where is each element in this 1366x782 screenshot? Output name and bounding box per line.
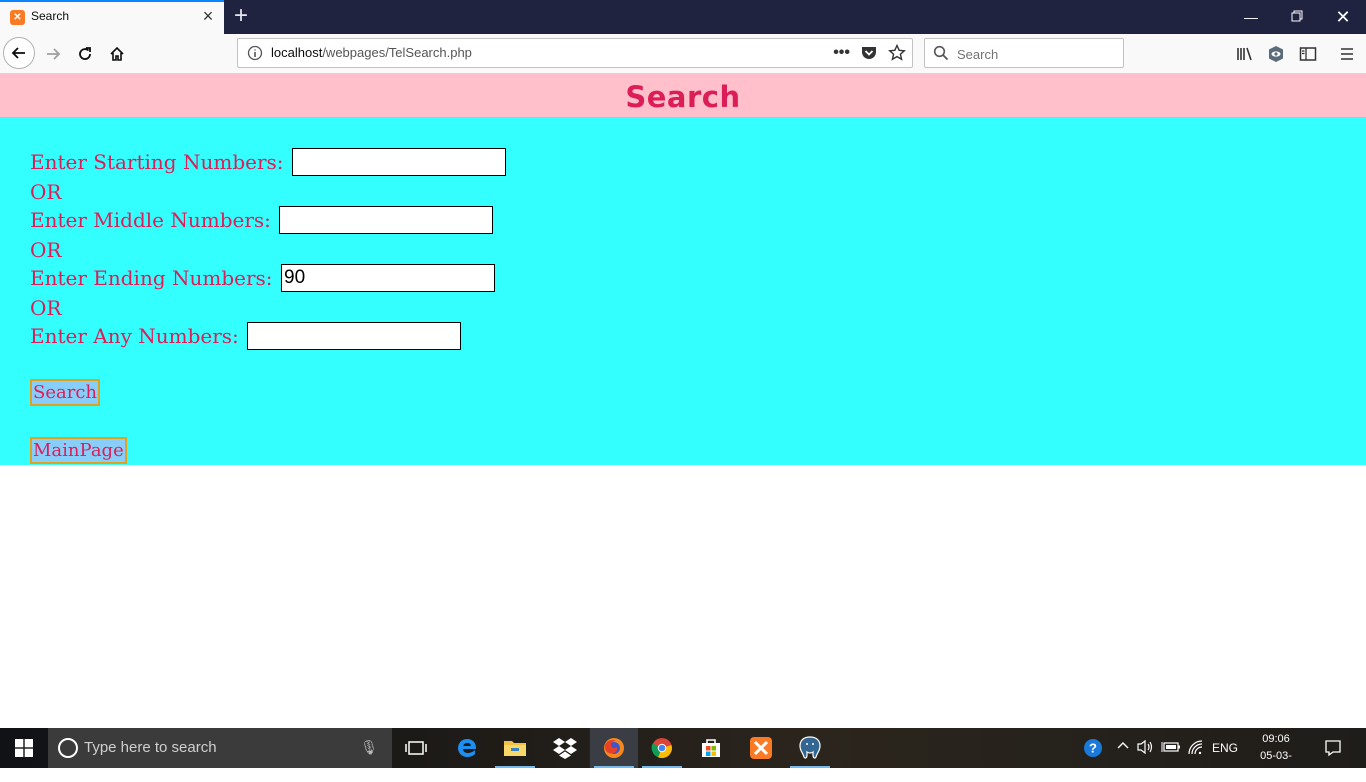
tab-title: Search [31, 9, 70, 23]
dropbox-icon [553, 738, 577, 759]
edge-icon [458, 739, 477, 757]
clock-time: 09:06 [1262, 733, 1290, 745]
clock-date: 05-03-2018 [1260, 750, 1292, 779]
battery-icon[interactable] [1161, 740, 1181, 757]
reload-icon [79, 47, 91, 60]
action-center-icon[interactable] [1324, 739, 1342, 760]
forward-arrow-icon [47, 48, 61, 60]
taskbar-search-placeholder: Type here to search [84, 739, 217, 756]
ending-numbers-row: Enter Ending Numbers: [30, 263, 495, 293]
or-separator-2: OR [30, 238, 62, 262]
search-icon [933, 45, 949, 61]
any-numbers-label: Enter Any Numbers: [30, 324, 239, 348]
dropbox-app-button[interactable] [541, 728, 589, 768]
forward-button[interactable] [39, 40, 67, 68]
home-button[interactable] [103, 40, 131, 68]
back-arrow-icon [11, 47, 25, 59]
page-actions-icon[interactable]: ••• [833, 44, 850, 62]
postgresql-icon [799, 736, 821, 759]
sidebar-button[interactable] [1294, 40, 1322, 68]
page-title: Search [625, 80, 741, 114]
edge-app-button[interactable] [443, 728, 491, 768]
url-text[interactable]: localhost/webpages/TelSearch.php [271, 45, 472, 60]
windows-logo-icon [15, 739, 33, 757]
show-hidden-icons-icon[interactable] [1116, 739, 1130, 756]
mainpage-button[interactable]: MainPage [30, 437, 127, 464]
tab-bar: ✕ Search × + — ✕ [0, 0, 1366, 34]
back-button[interactable] [3, 37, 35, 69]
url-path: /webpages/TelSearch.php [322, 45, 472, 60]
xampp-icon [750, 737, 772, 759]
search-form-area: Enter Starting Numbers: OR Enter Middle … [0, 117, 1366, 465]
task-view-icon [405, 741, 427, 755]
starting-numbers-label: Enter Starting Numbers: [30, 150, 284, 174]
store-app-button[interactable] [687, 728, 735, 768]
url-host: localhost [271, 45, 323, 60]
extension-button[interactable] [1262, 40, 1290, 68]
library-button[interactable] [1231, 40, 1259, 68]
navigation-toolbar: localhost/webpages/TelSearch.php ••• [0, 34, 1366, 74]
file-explorer-app-button[interactable] [491, 728, 539, 768]
help-icon[interactable]: ? [1083, 738, 1103, 761]
url-actions: ••• [833, 44, 906, 62]
start-button[interactable] [0, 728, 48, 768]
extension-eye-icon [1269, 46, 1283, 62]
any-numbers-input[interactable] [247, 322, 462, 350]
browser-search-input[interactable] [955, 44, 1119, 64]
or-separator-3: OR [30, 296, 62, 320]
browser-search-bar[interactable] [924, 38, 1124, 68]
volume-icon[interactable] [1137, 739, 1155, 758]
taskbar: Type here to search 🎙 ? ENG 09:06 05-03-… [0, 728, 1366, 779]
search-button[interactable]: Search [30, 379, 100, 406]
starting-numbers-row: Enter Starting Numbers: [30, 147, 506, 177]
sidebar-icon [1299, 47, 1317, 61]
ending-numbers-label: Enter Ending Numbers: [30, 266, 273, 290]
restore-icon[interactable] [1274, 0, 1320, 34]
minimize-icon[interactable]: — [1228, 0, 1274, 34]
svg-text:?: ? [1089, 741, 1097, 756]
middle-numbers-input[interactable] [279, 206, 494, 234]
xampp-app-button[interactable] [737, 728, 785, 768]
firefox-icon [604, 738, 624, 758]
hamburger-menu-icon [1341, 48, 1353, 60]
tab-search[interactable]: ✕ Search × [0, 0, 224, 34]
bookmark-star-icon[interactable] [888, 44, 906, 62]
microphone-icon[interactable]: 🎙 [360, 739, 378, 756]
close-window-icon[interactable]: ✕ [1320, 0, 1366, 34]
task-view-button[interactable] [392, 728, 440, 768]
store-icon [702, 739, 720, 757]
or-separator-1: OR [30, 180, 62, 204]
address-bar[interactable]: localhost/webpages/TelSearch.php ••• [237, 38, 913, 68]
library-icon [1237, 47, 1252, 61]
taskbar-search-box[interactable]: Type here to search 🎙 [48, 728, 392, 768]
starting-numbers-input[interactable] [291, 148, 506, 176]
xampp-favicon-icon: ✕ [10, 10, 25, 25]
chrome-icon [651, 738, 672, 759]
network-icon[interactable] [1187, 739, 1205, 758]
clock[interactable]: 09:06 05-03-2018 [1248, 731, 1304, 782]
cortana-icon [58, 738, 78, 758]
page-header: Search [0, 74, 1366, 117]
firefox-app-button[interactable] [590, 728, 638, 768]
reload-button[interactable] [71, 40, 99, 68]
home-icon [110, 46, 124, 61]
ending-numbers-input[interactable] [281, 264, 495, 292]
language-indicator[interactable]: ENG [1212, 741, 1238, 755]
file-explorer-icon [504, 741, 526, 756]
chrome-app-button[interactable] [638, 728, 686, 768]
postgresql-app-button[interactable] [786, 728, 834, 768]
site-info-icon[interactable] [247, 45, 263, 61]
menu-button[interactable] [1333, 40, 1361, 68]
any-numbers-row: Enter Any Numbers: [30, 321, 462, 351]
middle-numbers-label: Enter Middle Numbers: [30, 208, 271, 232]
middle-numbers-row: Enter Middle Numbers: [30, 205, 494, 235]
tab-close-icon[interactable]: × [199, 6, 217, 26]
new-tab-button[interactable]: + [229, 3, 253, 29]
pocket-icon[interactable] [860, 44, 878, 62]
